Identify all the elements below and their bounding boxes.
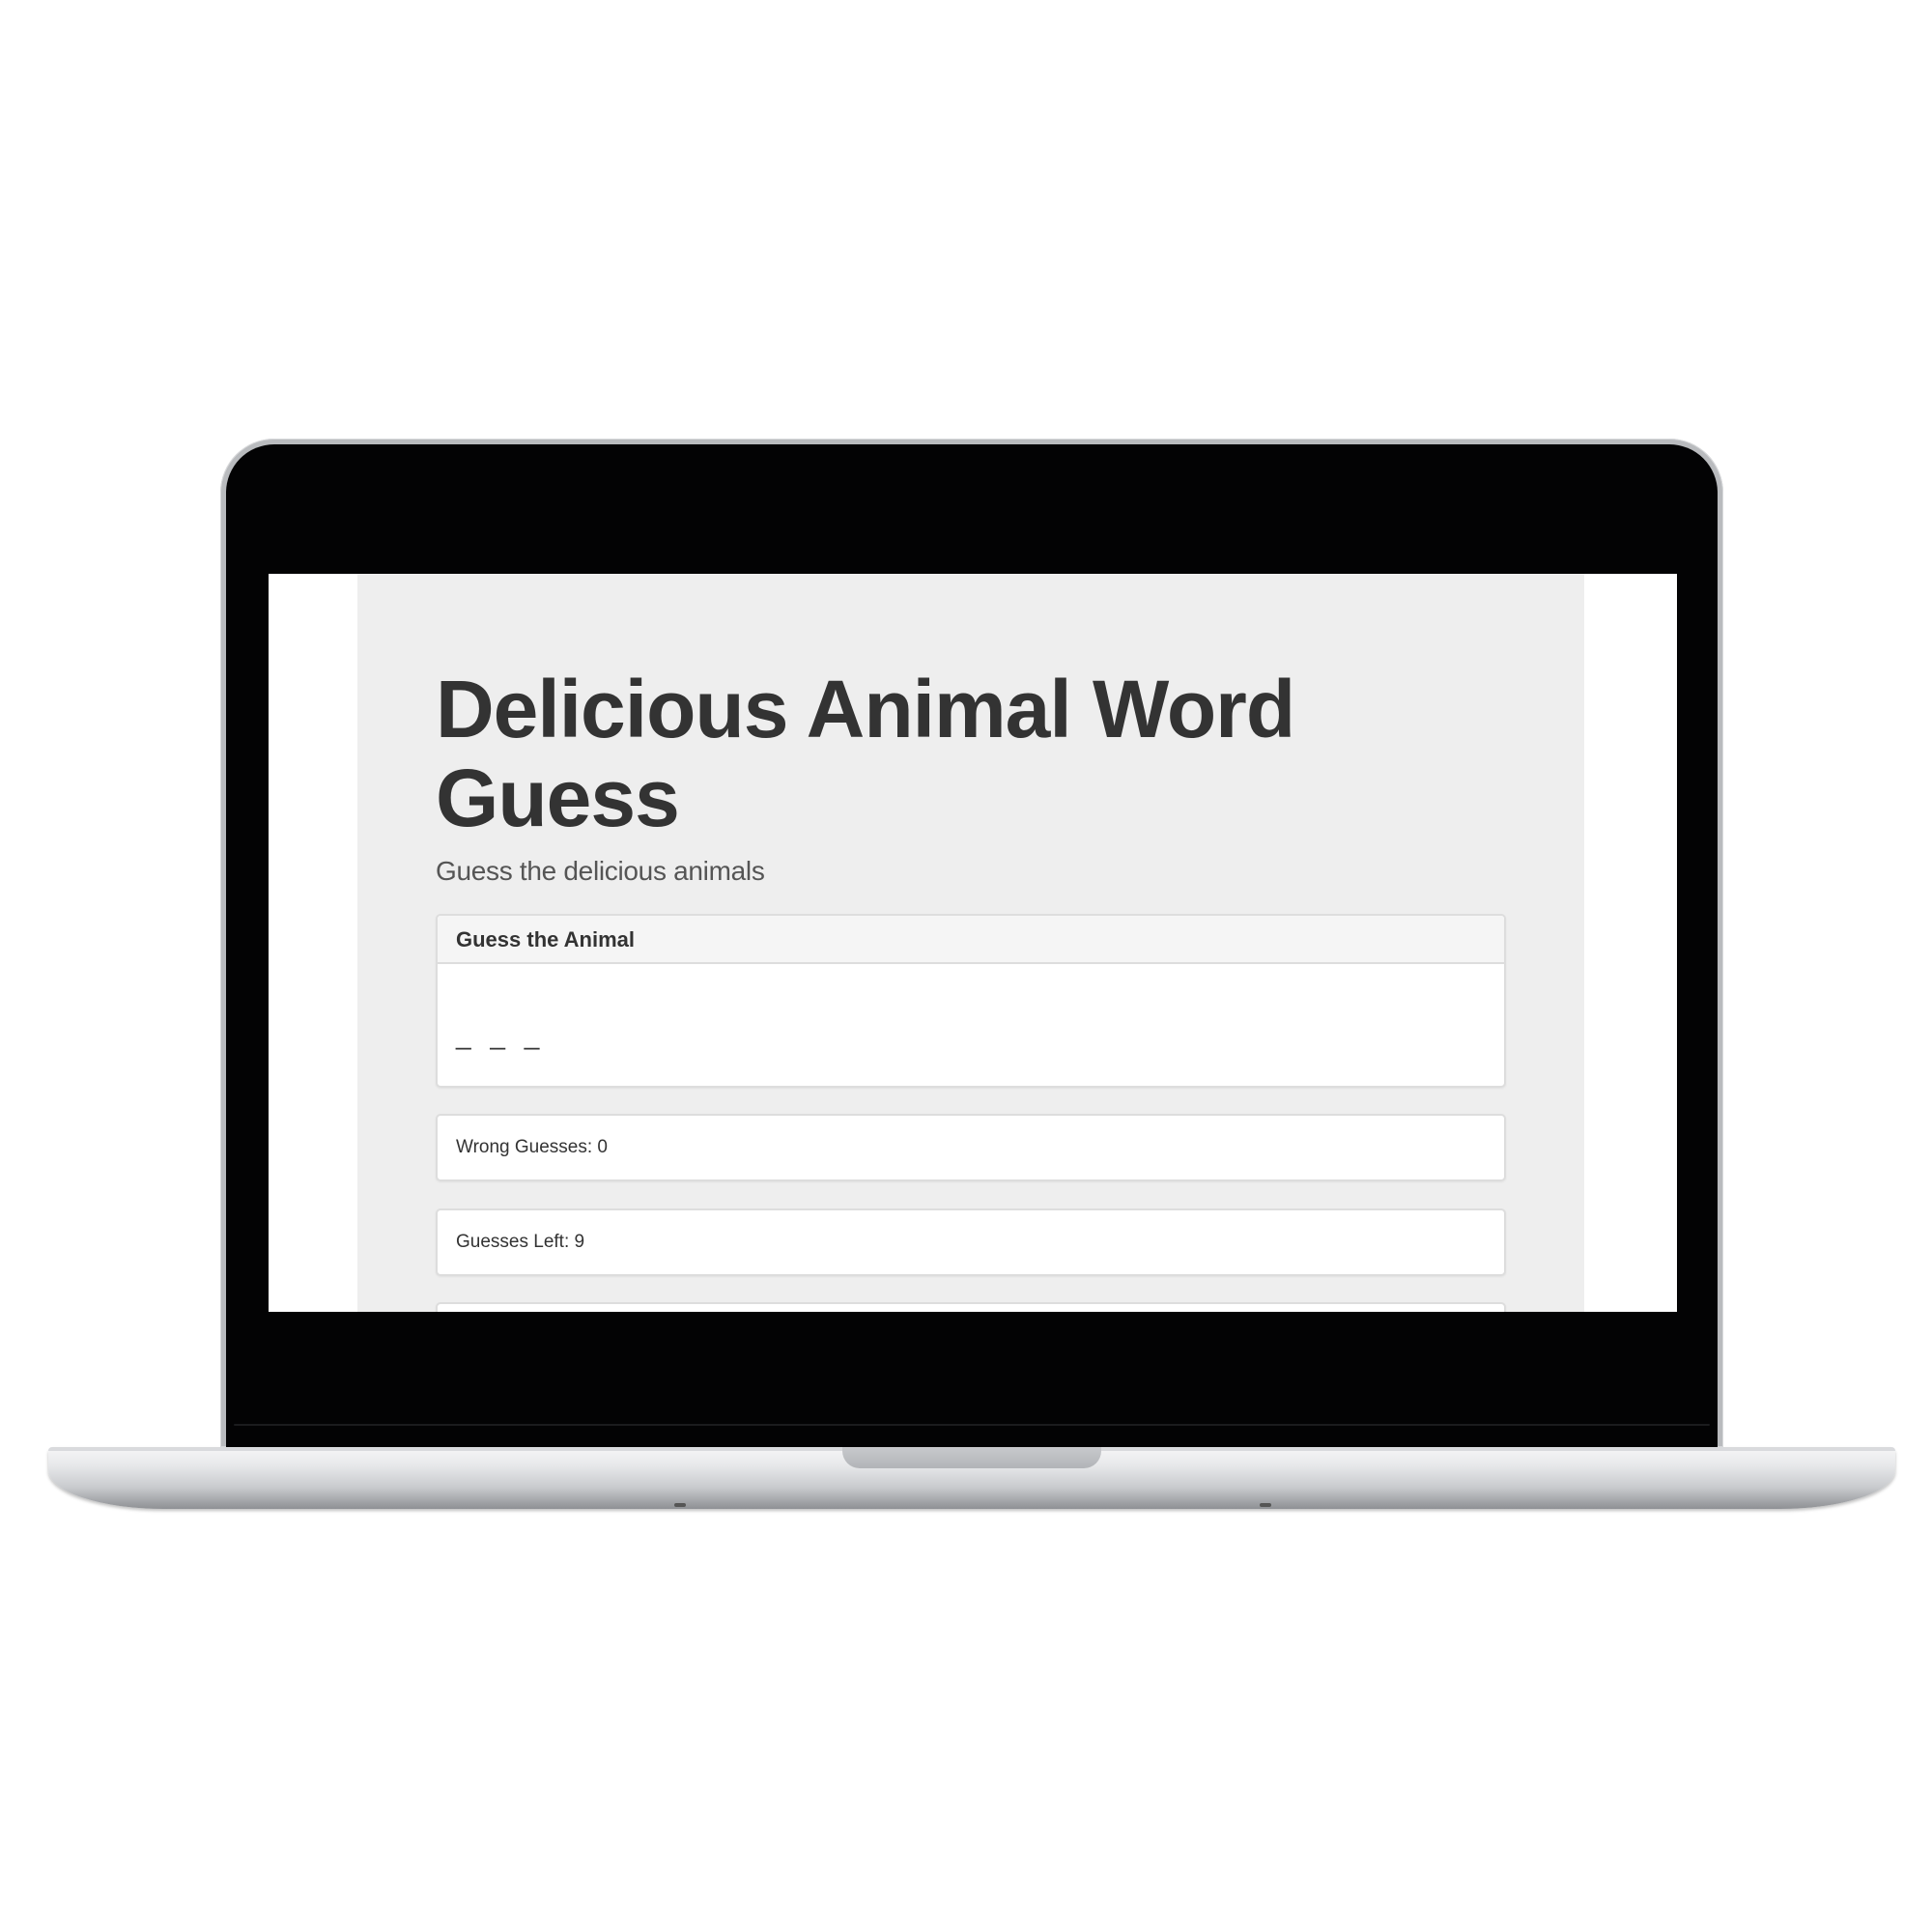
guess-panel-heading: Guess the Animal xyxy=(438,916,1504,964)
rubber-foot-left xyxy=(674,1503,686,1507)
wrong-guesses-panel: Wrong Guesses: 0 xyxy=(436,1114,1506,1181)
guess-panel: Guess the Animal _ _ _ xyxy=(436,914,1506,1088)
lid-opening-notch xyxy=(842,1447,1101,1468)
page-title: Delicious Animal Word Guess xyxy=(436,664,1295,843)
device-mockup: Delicious Animal Word Guess Guess the de… xyxy=(0,0,1932,1932)
next-panel-partial xyxy=(436,1302,1506,1312)
browser-viewport: Delicious Animal Word Guess Guess the de… xyxy=(269,574,1677,1312)
bezel-hinge-line xyxy=(234,1424,1710,1426)
wrong-guesses-text: Wrong Guesses: 0 xyxy=(456,1137,609,1157)
word-blanks: _ _ _ xyxy=(456,1020,546,1050)
page-subtitle: Guess the delicious animals xyxy=(436,856,765,886)
rubber-foot-right xyxy=(1260,1503,1271,1507)
guesses-left-text: Guesses Left: 9 xyxy=(456,1232,585,1252)
guesses-left-panel: Guesses Left: 9 xyxy=(436,1208,1506,1276)
jumbotron: Delicious Animal Word Guess Guess the de… xyxy=(357,574,1584,1312)
laptop-base xyxy=(48,1447,1895,1509)
